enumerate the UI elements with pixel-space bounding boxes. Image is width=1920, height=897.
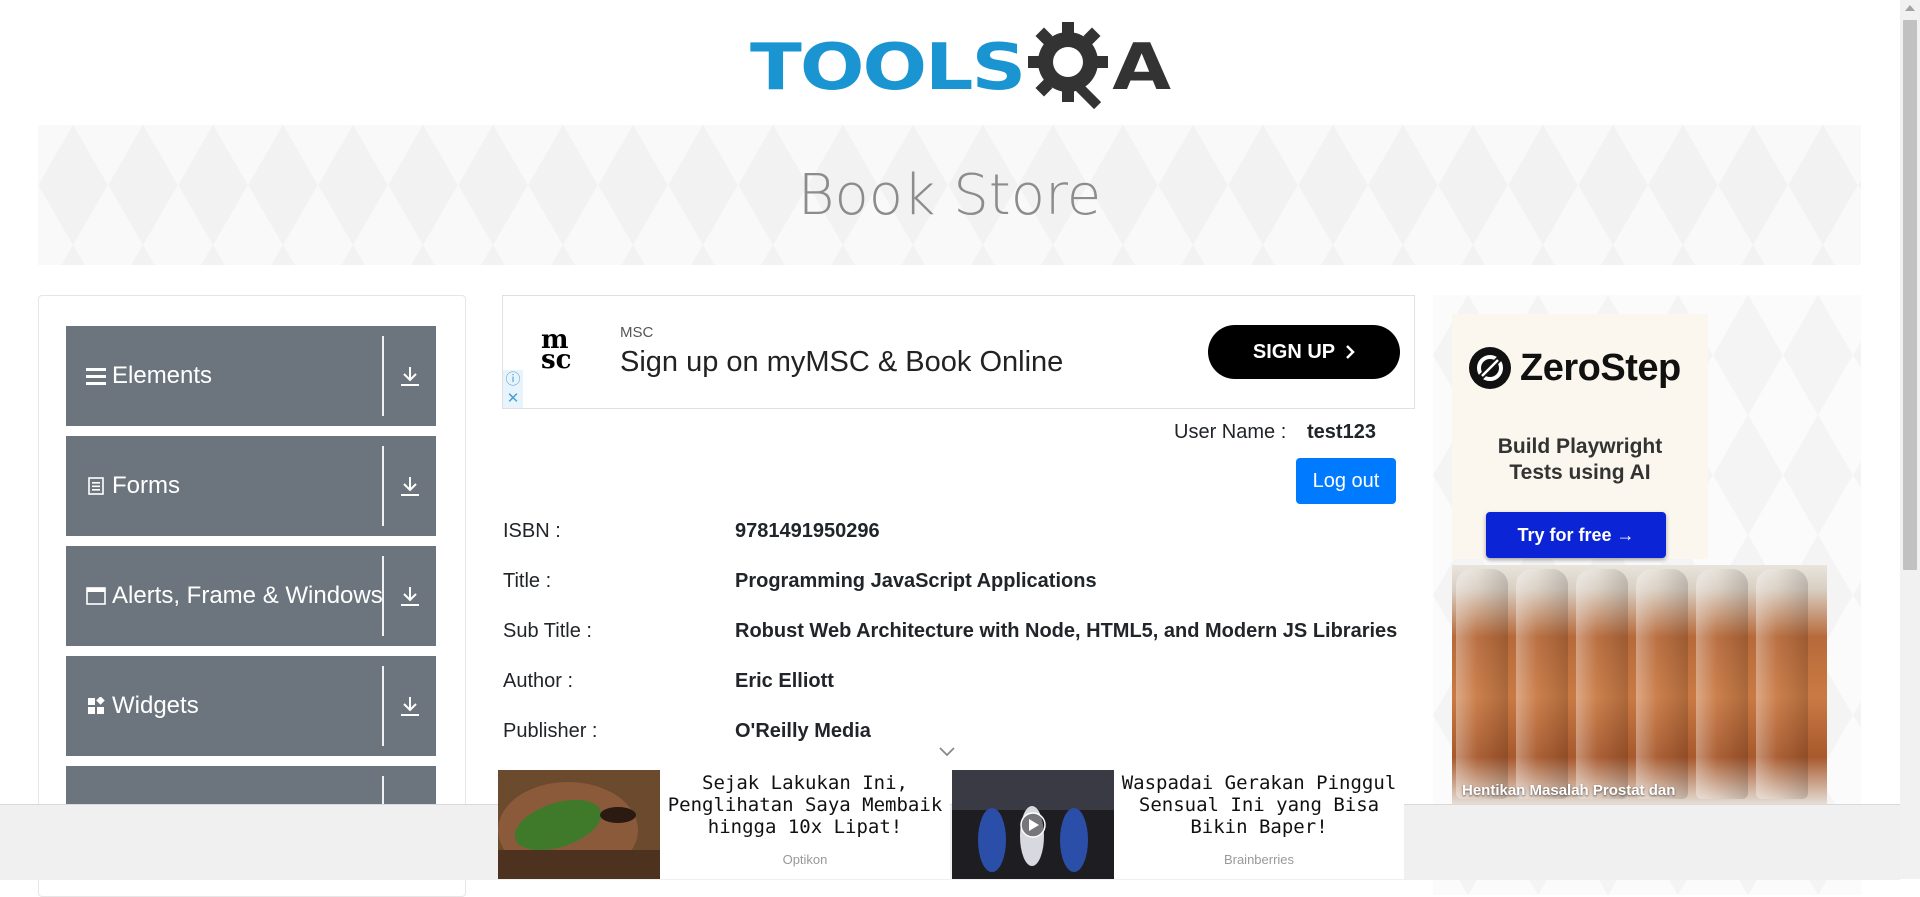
chevron-right-icon bbox=[1346, 345, 1355, 359]
ad-signup-button[interactable]: SIGN UP bbox=[1208, 325, 1400, 379]
bottle-shape bbox=[1696, 569, 1748, 799]
native-ad-image bbox=[498, 770, 660, 879]
publisher-value: O'Reilly Media bbox=[735, 720, 871, 742]
scroll-up-arrow-icon[interactable] bbox=[1905, 5, 1915, 11]
ad-brand: MSC bbox=[620, 324, 654, 341]
download-arrow-icon[interactable] bbox=[394, 546, 426, 646]
close-icon[interactable]: ✕ bbox=[503, 389, 523, 408]
divider bbox=[382, 556, 384, 636]
native-ad-2[interactable]: Waspadai Gerakan Pinggul Sensual Ini yan… bbox=[952, 770, 1404, 879]
divider bbox=[382, 336, 384, 416]
native-ad-image bbox=[952, 770, 1114, 879]
download-arrow-icon[interactable] bbox=[394, 436, 426, 536]
divider bbox=[382, 446, 384, 526]
ad-headline: Sign up on myMSC & Book Online bbox=[620, 346, 1064, 378]
subtitle-label: Sub Title : bbox=[503, 620, 592, 642]
sidebar-group-widgets[interactable]: Widgets bbox=[66, 656, 436, 756]
try-for-free-button[interactable]: Try for free → bbox=[1486, 512, 1666, 558]
sidebar-group-alerts[interactable]: Alerts, Frame & Windows bbox=[66, 546, 436, 646]
hamburger-icon bbox=[86, 367, 106, 385]
native-ad-source: Optikon bbox=[782, 852, 828, 867]
zerostep-name: ZeroStep bbox=[1520, 346, 1681, 389]
bottle-shape bbox=[1756, 569, 1808, 799]
isbn-label: ISBN : bbox=[503, 520, 561, 542]
sidebar-group-forms[interactable]: Forms bbox=[66, 436, 436, 536]
sidebar-group-label: Widgets bbox=[112, 692, 199, 719]
author-label: Author : bbox=[503, 670, 574, 692]
msc-ad-banner[interactable]: m sc MSC Sign up on myMSC & Book Online S… bbox=[502, 295, 1415, 409]
chevron-down-icon[interactable] bbox=[938, 746, 956, 758]
logo-text-a: A bbox=[1112, 28, 1172, 104]
bottle-shape bbox=[1576, 569, 1628, 799]
sidebar-group-label: Forms bbox=[112, 472, 180, 499]
sidebar-group-label: Elements bbox=[112, 362, 213, 389]
ad-signup-label: SIGN UP bbox=[1252, 340, 1336, 363]
document-icon bbox=[86, 477, 106, 495]
zerostep-tagline-line1: Build Playwright bbox=[1497, 435, 1663, 458]
native-ad-source: Brainberries bbox=[1223, 852, 1295, 867]
msc-logo: m sc bbox=[541, 325, 572, 375]
scroll-thumb[interactable] bbox=[1903, 20, 1917, 570]
bottle-ad-caption: Hentikan Masalah Prostat dan bbox=[1462, 782, 1676, 799]
native-ad-1[interactable]: Sejak Lakukan Ini, Penglihatan Saya Memb… bbox=[498, 770, 950, 879]
bottle-shape bbox=[1516, 569, 1568, 799]
window-icon bbox=[86, 587, 106, 605]
username-value: test123 bbox=[1307, 421, 1376, 443]
zerostep-tagline-line2: Tests using AI bbox=[1509, 461, 1651, 484]
bottle-ad-image[interactable]: Hentikan Masalah Prostat dan bbox=[1452, 565, 1827, 805]
zerostep-logo-icon bbox=[1469, 347, 1511, 389]
isbn-value: 9781491950296 bbox=[735, 520, 880, 542]
logout-button[interactable]: Log out bbox=[1296, 458, 1396, 504]
bottle-shape bbox=[1636, 569, 1688, 799]
download-arrow-icon[interactable] bbox=[394, 326, 426, 426]
download-arrow-icon[interactable] bbox=[394, 656, 426, 756]
toolsqa-logo[interactable]: TOOLS A bbox=[750, 18, 1171, 114]
bottle-shape bbox=[1456, 569, 1508, 799]
logo-text-tools: TOOLS bbox=[750, 28, 1026, 104]
zerostep-logo: ZeroStep bbox=[1468, 346, 1681, 390]
widgets-icon bbox=[86, 697, 106, 715]
title-value: Programming JavaScript Applications bbox=[735, 570, 1097, 592]
divider bbox=[382, 666, 384, 746]
gear-magnifier-icon bbox=[1028, 22, 1109, 110]
subtitle-value: Robust Web Architecture with Node, HTML5… bbox=[735, 620, 1398, 642]
author-value: Eric Elliott bbox=[735, 670, 834, 692]
page-title: Book Store bbox=[797, 162, 1102, 228]
page-banner: Book Store bbox=[38, 125, 1861, 265]
info-icon[interactable]: ⓘ bbox=[503, 370, 523, 389]
username-label: User Name : bbox=[1174, 421, 1287, 443]
bottom-ad-bar bbox=[0, 804, 1900, 880]
native-ad-title: Sejak Lakukan Ini, Penglihatan Saya Memb… bbox=[667, 772, 943, 838]
publisher-label: Publisher : bbox=[503, 720, 598, 742]
ad-choices[interactable]: ⓘ ✕ bbox=[503, 370, 523, 408]
sidebar-group-elements[interactable]: Elements bbox=[66, 326, 436, 426]
native-ad-title: Waspadai Gerakan Pinggul Sensual Ini yan… bbox=[1121, 772, 1397, 838]
zerostep-tagline: Build Playwright Tests using AI bbox=[1452, 434, 1708, 486]
zerostep-ad[interactable]: ZeroStep Build Playwright Tests using AI… bbox=[1452, 314, 1708, 559]
title-label: Title : bbox=[503, 570, 552, 592]
page-scrollbar[interactable] bbox=[1900, 0, 1920, 879]
sidebar-group-label: Alerts, Frame & Windows bbox=[112, 582, 383, 609]
